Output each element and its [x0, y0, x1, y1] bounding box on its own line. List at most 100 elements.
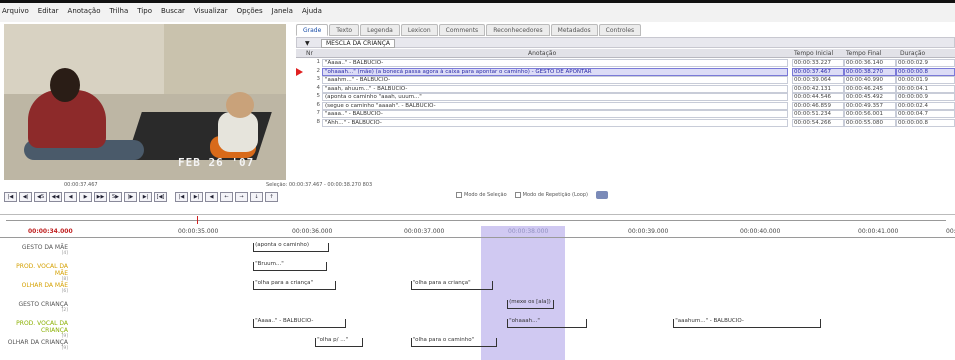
chevron-down-icon[interactable]: ▼ [305, 40, 310, 47]
tier-label[interactable]: PROD. VOCAL DA CRIANÇA [9] [6, 320, 68, 339]
tier-label[interactable]: OLHAR DA MÃE [6] [6, 282, 68, 294]
row-annotation-text[interactable]: "aaah, ahuum..." - BALBUCIO- [322, 84, 788, 93]
row-annotation-text[interactable]: "aaaa.." - BALBUCIO- [322, 110, 788, 118]
navigation-button-2[interactable]: ◀ [205, 192, 218, 202]
menu-item-0[interactable]: Arquivo [2, 7, 29, 15]
playback-button-7[interactable]: S▶ [109, 192, 122, 202]
overview-bar[interactable] [0, 216, 955, 224]
timeline-viewer[interactable]: 00:00:34.000 00:00:35.000 00:00:36.000 00:… [0, 226, 955, 360]
checkbox-icon[interactable] [514, 192, 521, 198]
timeline-annotation[interactable]: "Aaaa.." - BALBUCIO- [253, 318, 346, 328]
menu-item-1[interactable]: Editar [38, 7, 59, 15]
menu-item-4[interactable]: Tipo [137, 7, 152, 15]
playback-button-6[interactable]: ▶▶ [94, 192, 107, 202]
mode-checkbox-0[interactable]: Modo de Seleção [456, 192, 507, 198]
tier-label[interactable]: GESTO DA MÃE [4] [6, 244, 68, 256]
time-ruler[interactable]: 00:00:34.000 00:00:35.000 00:00:36.000 00:… [0, 226, 955, 238]
grid-header-end[interactable]: Tempo Final [846, 50, 881, 57]
playback-button-8[interactable]: |▶ [124, 192, 137, 202]
tier-name: OLHAR DA CRIANÇA [7, 339, 68, 346]
timeline-annotation[interactable]: "olha para a criança" [253, 280, 337, 290]
timeline-annotation[interactable]: "olha para o caminho" [410, 337, 497, 347]
menu-item-8[interactable]: Janela [272, 7, 293, 15]
playback-button-10[interactable]: [◀] [154, 192, 167, 202]
navigation-button-6[interactable]: ↑ [265, 192, 278, 202]
playback-button-4[interactable]: ◀ [64, 192, 77, 202]
tier-label[interactable]: OLHAR DA CRIANÇA [9] [6, 339, 68, 351]
timeline-annotation[interactable]: (mexe os [ala]) [507, 299, 554, 309]
playback-button-9[interactable]: ▶| [139, 192, 152, 202]
table-row[interactable]: 4 "aaah, ahuum..." - BALBUCIO- 00:00:42.13… [296, 84, 955, 93]
crosshair-cursor[interactable] [197, 216, 198, 224]
checkbox-icon[interactable] [456, 192, 462, 198]
menu-item-7[interactable]: Opções [237, 7, 263, 15]
timeline-annotation[interactable]: "ohaaah..." [507, 318, 588, 328]
row-annotation-text[interactable]: "aaahm..." - BALBUCIO- [322, 76, 788, 84]
grid-header-duration[interactable]: Duração [900, 50, 925, 57]
grid-header-nr[interactable]: Nr [306, 50, 313, 57]
ruler-tick-label: 00:00:36.000 [292, 228, 333, 235]
ruler-tick-label: 00:00:37.000 [404, 228, 445, 235]
timeline-annotation[interactable]: (aponta o caminho) [253, 242, 330, 252]
navigation-button-1[interactable]: ▶| [190, 192, 203, 202]
timeline-annotation[interactable]: "olha p/ ..." [315, 337, 363, 347]
tab-2[interactable]: Legenda [360, 24, 400, 36]
timeline-annotation[interactable]: "Bruum..." [253, 261, 327, 271]
timeline-annotation[interactable]: "olha para a criança" [410, 280, 493, 290]
panel-divider[interactable] [0, 214, 955, 215]
row-begin-time: 00:00:37.467 [792, 67, 844, 76]
timeline-annotation-text: (mexe os [ala]) [509, 299, 551, 305]
grid-header-annotation[interactable]: Anotação [528, 50, 556, 57]
row-annotation-text[interactable]: (aponta o caminho "aaah, uuum..." [322, 93, 788, 101]
tier-annotation-count: [4] [61, 251, 68, 256]
navigation-button-4[interactable]: → [235, 192, 248, 202]
menu-item-9[interactable]: Ajuda [302, 7, 322, 15]
playback-button-3[interactable]: ◀◀ [49, 192, 62, 202]
menu-item-3[interactable]: Trilha [110, 7, 129, 15]
tier-label[interactable]: GESTO CRIANÇA [2] [6, 301, 68, 313]
tab-5[interactable]: Reconhecedores [486, 24, 550, 36]
row-duration: 00:00:04.7 [896, 110, 955, 118]
menu-item-2[interactable]: Anotação [68, 7, 101, 15]
tier-label[interactable]: PROD. VOCAL DA MÃE [8] [6, 263, 68, 282]
table-row[interactable]: 7 "aaaa.." - BALBUCIO- 00:00:51.234 00:00:5… [296, 110, 955, 118]
row-annotation-text[interactable]: (segue o caminho "aaaah". - BALBUCIO- [322, 101, 788, 110]
overview-line [6, 220, 946, 221]
navigation-button-5[interactable]: ↓ [250, 192, 263, 202]
tab-1[interactable]: Texto [329, 24, 360, 36]
row-annotation-text[interactable]: "ohaaah..." (mãe) (a bonecá passa agora … [322, 67, 788, 76]
navigation-button-3[interactable]: ← [220, 192, 233, 202]
tab-6[interactable]: Metadados [550, 24, 598, 36]
navigation-button-0[interactable]: |◀ [175, 192, 188, 202]
timeline-annotation[interactable]: "aaahum..." - BALBUCIO- [673, 318, 822, 328]
playback-button-2[interactable]: ◀S [34, 192, 47, 202]
video-player[interactable]: FEB 26 '07 [4, 24, 286, 180]
tab-7[interactable]: Controles [598, 24, 642, 36]
row-duration: 00:00:00.8 [896, 67, 955, 76]
tab-4[interactable]: Comments [438, 24, 486, 36]
table-row[interactable]: 6 (segue o caminho "aaaah". - BALBUCIO- 00… [296, 101, 955, 110]
row-annotation-text[interactable]: "Ahh..." - BALBUCIO- [322, 118, 788, 127]
playback-button-1[interactable]: ◀| [19, 192, 32, 202]
tab-3[interactable]: Lexicon [400, 24, 438, 36]
table-row[interactable]: 3 "aaahm..." - BALBUCIO- 00:00:39.064 00:00… [296, 76, 955, 84]
mode-checkbox-1[interactable]: Modo de Repetição (Loop) [514, 192, 588, 198]
row-duration: 00:00:00.8 [896, 118, 955, 127]
table-row[interactable]: 5 (aponta o caminho "aaah, uuum..." 00:00:… [296, 93, 955, 101]
tab-0[interactable]: Grade [296, 24, 329, 36]
table-row[interactable]: 8 "Ahh..." - BALBUCIO- 00:00:54.266 00:00:5… [296, 118, 955, 127]
menu-item-6[interactable]: Visualizar [194, 7, 228, 15]
row-number: 3 [316, 76, 321, 82]
table-row[interactable]: 2 "ohaaah..." (mãe) (a bonecá passa agora… [296, 67, 955, 76]
grid-header-begin[interactable]: Tempo Inicial [794, 50, 833, 57]
menu-item-5[interactable]: Buscar [161, 7, 185, 15]
window-top-edge [0, 0, 955, 3]
tier-selector[interactable]: ▼ MESCLA DA CRIANÇA [296, 37, 955, 48]
playback-button-0[interactable]: |◀ [4, 192, 17, 202]
table-row[interactable]: 1 "Aaaa.." - BALBUCIO- 00:00:33.227 00:00:3… [296, 59, 955, 67]
tier-selector-name[interactable]: MESCLA DA CRIANÇA [321, 39, 395, 48]
volume-icon[interactable] [595, 191, 608, 199]
row-annotation-text[interactable]: "Aaaa.." - BALBUCIO- [322, 59, 788, 67]
playback-button-5[interactable]: ▶ [79, 192, 92, 202]
row-begin-time: 00:00:54.266 [792, 118, 844, 127]
